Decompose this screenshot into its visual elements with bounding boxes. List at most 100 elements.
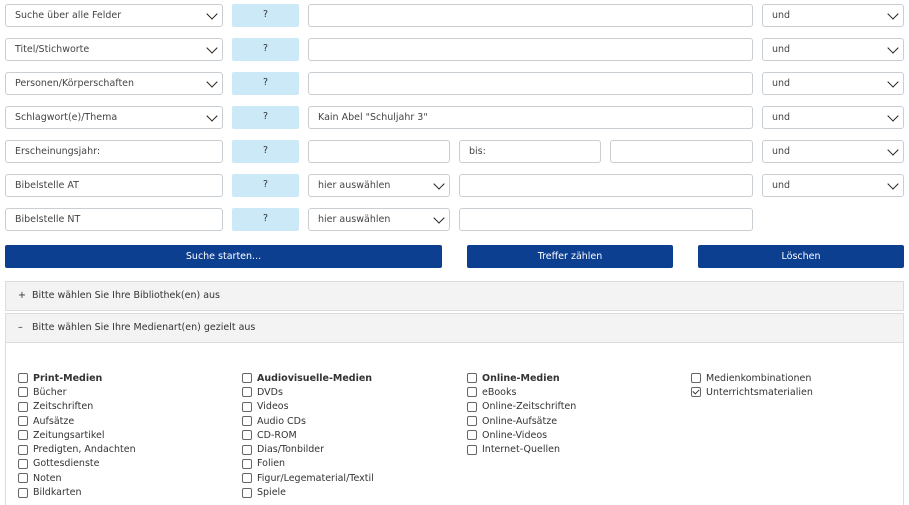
media-checkbox-item[interactable]: Zeitungsartikel: [18, 428, 136, 442]
media-checkbox-item[interactable]: Audiovisuelle-Medien: [242, 371, 374, 385]
checkbox-icon[interactable]: [242, 401, 252, 412]
checkbox-icon[interactable]: [242, 387, 252, 398]
checkbox-icon[interactable]: [467, 444, 477, 455]
search-input[interactable]: Kain Abel "Schuljahr 3": [308, 106, 753, 129]
media-checkbox-item[interactable]: Videos: [242, 400, 374, 414]
media-checkbox-item[interactable]: Predigten, Andachten: [18, 442, 136, 456]
media-checkbox-item[interactable]: Bildkarten: [18, 485, 136, 499]
media-checkbox-item[interactable]: Internet-Quellen: [467, 442, 576, 456]
checkbox-icon[interactable]: [467, 373, 477, 384]
field-select[interactable]: Titel/Stichworte: [5, 38, 223, 61]
operator-select[interactable]: und: [762, 106, 904, 129]
media-checkbox-item[interactable]: Zeitschriften: [18, 400, 136, 414]
media-column-misc: Medienkombinationen Unterrichtsmaterialie…: [691, 371, 813, 400]
bible-at-input[interactable]: [459, 174, 753, 197]
year-from-input[interactable]: [308, 140, 450, 163]
help-button[interactable]: ?: [232, 38, 299, 61]
checkbox-icon[interactable]: [242, 416, 252, 427]
search-input[interactable]: [308, 4, 753, 27]
checkbox-icon[interactable]: [467, 416, 477, 427]
search-input[interactable]: [308, 38, 753, 61]
media-checkbox-item[interactable]: Aufsätze: [18, 414, 136, 428]
help-button[interactable]: ?: [232, 4, 299, 27]
media-checkbox-item[interactable]: CD-ROM: [242, 428, 374, 442]
checkbox-icon[interactable]: [18, 373, 28, 384]
checkbox-checked-icon[interactable]: [691, 387, 701, 398]
media-checkbox-label: CD-ROM: [257, 429, 297, 441]
media-checkbox-item[interactable]: Online-Medien: [467, 371, 576, 385]
media-checkbox-item[interactable]: Dias/Tonbilder: [242, 442, 374, 456]
help-button[interactable]: ?: [232, 208, 299, 231]
media-checkbox-item[interactable]: Online-Zeitschriften: [467, 400, 576, 414]
media-checkbox-label: Zeitschriften: [33, 401, 94, 413]
checkbox-icon[interactable]: [18, 444, 28, 455]
operator-select[interactable]: und: [762, 4, 904, 27]
media-checkbox-item[interactable]: Unterrichtsmaterialien: [691, 385, 813, 399]
media-checkbox-item[interactable]: Online-Aufsätze: [467, 414, 576, 428]
checkbox-icon[interactable]: [18, 473, 28, 484]
count-hits-button[interactable]: Treffer zählen: [467, 245, 673, 268]
operator-select[interactable]: und: [762, 72, 904, 95]
media-checkbox-item[interactable]: Online-Videos: [467, 428, 576, 442]
checkbox-icon[interactable]: [467, 401, 477, 412]
media-checkbox-item[interactable]: Spiele: [242, 485, 374, 499]
help-button[interactable]: ?: [232, 72, 299, 95]
field-select[interactable]: Suche über alle Felder: [5, 4, 223, 27]
field-select-value: Schlagwort(e)/Thema: [15, 112, 118, 123]
checkbox-icon[interactable]: [691, 373, 701, 384]
operator-select[interactable]: und: [762, 174, 904, 197]
help-button[interactable]: ?: [232, 140, 299, 163]
media-checkbox-item[interactable]: Folien: [242, 457, 374, 471]
bible-nt-book-select[interactable]: hier auswählen: [308, 208, 450, 231]
field-select[interactable]: Personen/Körperschaften: [5, 72, 223, 95]
field-select[interactable]: Schlagwort(e)/Thema: [5, 106, 223, 129]
media-checkbox-item[interactable]: Print-Medien: [18, 371, 136, 385]
checkbox-icon[interactable]: [242, 373, 252, 384]
media-checkbox-label: Internet-Quellen: [482, 444, 560, 456]
checkbox-icon[interactable]: [467, 387, 477, 398]
checkbox-icon[interactable]: [242, 430, 252, 441]
media-accordion-header[interactable]: – Bitte wählen Sie Ihre Medienart(en) gez…: [5, 313, 904, 343]
minus-icon: –: [18, 322, 23, 333]
media-checkbox-item[interactable]: Bücher: [18, 385, 136, 399]
year-to-input[interactable]: [610, 140, 753, 163]
help-button[interactable]: ?: [232, 174, 299, 197]
checkbox-icon[interactable]: [242, 473, 252, 484]
bible-at-book-select[interactable]: hier auswählen: [308, 174, 450, 197]
media-checkbox-item[interactable]: eBooks: [467, 385, 576, 399]
media-checkbox-item[interactable]: Noten: [18, 471, 136, 485]
search-start-button[interactable]: Suche starten...: [5, 245, 442, 268]
media-checkbox-label: Online-Aufsätze: [482, 415, 558, 427]
media-column-print: Print-Medien Bücher Zeitschriften Aufsätze Z…: [18, 371, 136, 500]
media-checkbox-item[interactable]: Figur/Legematerial/Textil: [242, 471, 374, 485]
checkbox-icon[interactable]: [242, 444, 252, 455]
bible-nt-input[interactable]: [459, 208, 753, 231]
year-label-field: Erscheinungsjahr:: [5, 140, 223, 163]
help-button[interactable]: ?: [232, 106, 299, 129]
search-input[interactable]: [308, 72, 753, 95]
checkbox-icon[interactable]: [18, 430, 28, 441]
checkbox-icon[interactable]: [467, 430, 477, 441]
chevron-down-icon: [887, 144, 899, 156]
operator-select-value: und: [772, 10, 791, 21]
clear-button[interactable]: Löschen: [698, 245, 904, 268]
media-checkbox-item[interactable]: Audio CDs: [242, 414, 374, 428]
checkbox-icon[interactable]: [18, 487, 28, 498]
media-checkbox-item[interactable]: Medienkombinationen: [691, 371, 813, 385]
operator-select[interactable]: und: [762, 140, 904, 163]
checkbox-icon[interactable]: [242, 458, 252, 469]
media-checkbox-label: Dias/Tonbilder: [257, 444, 325, 456]
media-checkbox-label: Noten: [33, 472, 62, 484]
checkbox-icon[interactable]: [18, 387, 28, 398]
library-accordion-header[interactable]: + Bitte wählen Sie Ihre Bibliothek(en) au…: [5, 281, 904, 311]
checkbox-icon[interactable]: [18, 401, 28, 412]
checkbox-icon[interactable]: [18, 416, 28, 427]
operator-select[interactable]: und: [762, 38, 904, 61]
media-checkbox-label: Medienkombinationen: [706, 372, 812, 384]
chevron-down-icon: [433, 178, 445, 190]
checkbox-icon[interactable]: [242, 487, 252, 498]
media-checkbox-label: Audiovisuelle-Medien: [257, 372, 373, 384]
checkbox-icon[interactable]: [18, 458, 28, 469]
media-checkbox-item[interactable]: Gottesdienste: [18, 457, 136, 471]
media-checkbox-item[interactable]: DVDs: [242, 385, 374, 399]
